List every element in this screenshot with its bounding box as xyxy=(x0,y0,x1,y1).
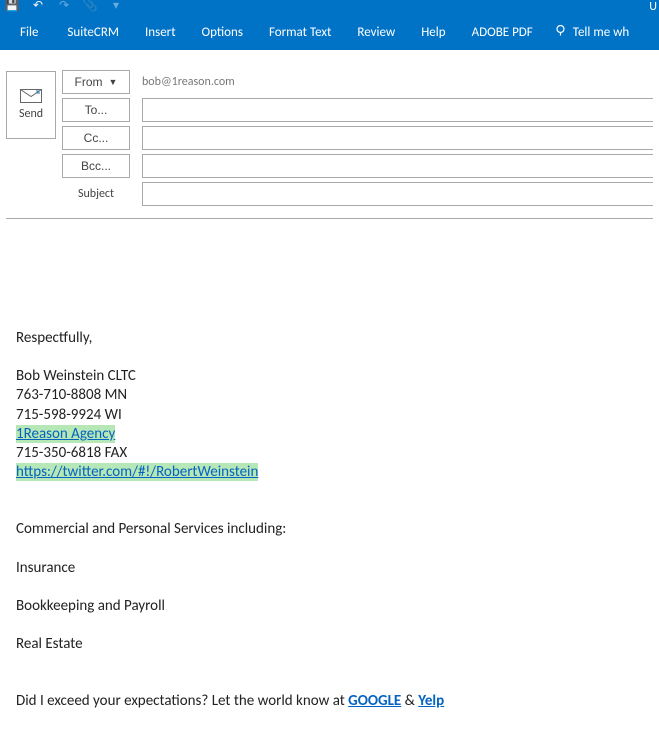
signature-respectfully: Respectfully, xyxy=(16,329,643,348)
google-link[interactable]: GOOGLE xyxy=(348,692,401,710)
from-label: From xyxy=(75,75,103,89)
agency-link[interactable]: 1Reason Agency xyxy=(16,425,115,443)
message-header: Send From ▼ bob@1reason.com To... Cc... … xyxy=(0,64,659,212)
tab-suitecrm[interactable]: SuiteCRM xyxy=(54,14,132,50)
ribbon-tabs: File SuiteCRM Insert Options Format Text… xyxy=(0,14,659,50)
tab-review[interactable]: Review xyxy=(344,14,408,50)
cc-button[interactable]: Cc... xyxy=(62,126,130,150)
bcc-field[interactable] xyxy=(142,154,653,178)
qat-dropdown-icon[interactable]: ▾ xyxy=(108,0,124,12)
service-bookkeeping: Bookkeeping and Payroll xyxy=(16,597,643,616)
signature-phone-wi: 715-598-9924 WI xyxy=(16,406,643,425)
to-button[interactable]: To... xyxy=(62,98,130,122)
from-button[interactable]: From ▼ xyxy=(62,70,130,94)
tab-adobe-pdf[interactable]: ADOBE PDF xyxy=(459,14,546,50)
undo-icon[interactable]: ↶ xyxy=(30,0,46,12)
tab-insert[interactable]: Insert xyxy=(132,14,189,50)
send-button[interactable]: Send xyxy=(6,71,56,139)
redo-icon: ↷ xyxy=(56,0,72,12)
bcc-button[interactable]: Bcc... xyxy=(62,154,130,178)
from-value: bob@1reason.com xyxy=(142,75,235,89)
send-label: Send xyxy=(19,107,43,121)
review-pre: Did I exceed your expectations? Let the … xyxy=(16,692,348,710)
tab-file[interactable]: File xyxy=(4,14,54,50)
tab-format-text[interactable]: Format Text xyxy=(256,14,344,50)
signature-phone-mn: 763-710-8808 MN xyxy=(16,386,643,405)
services-heading: Commercial and Personal Services includi… xyxy=(16,520,643,539)
save-icon[interactable]: 💾 xyxy=(4,0,20,12)
title-right-text: U xyxy=(649,0,659,14)
subject-field[interactable] xyxy=(142,182,653,206)
signature-fax: 715-350-6818 FAX xyxy=(16,444,643,463)
tell-me-label: Tell me wh xyxy=(573,25,629,40)
lightbulb-icon xyxy=(554,24,567,41)
tell-me-search[interactable]: Tell me wh xyxy=(546,14,637,50)
service-insurance: Insurance xyxy=(16,559,643,578)
attach-icon[interactable]: 📎 xyxy=(82,0,98,12)
envelope-icon xyxy=(20,89,42,103)
quick-access-toolbar: 💾 ↶ ↷ 📎 ▾ U xyxy=(0,0,659,14)
service-realestate: Real Estate xyxy=(16,635,643,654)
review-line: Did I exceed your expectations? Let the … xyxy=(16,692,643,711)
tab-options[interactable]: Options xyxy=(189,14,256,50)
yelp-link[interactable]: Yelp xyxy=(418,692,444,710)
tab-help[interactable]: Help xyxy=(408,14,458,50)
twitter-link[interactable]: https://twitter.com/#!/RobertWeinstein xyxy=(16,463,258,481)
review-amp: & xyxy=(401,692,418,710)
signature-name: Bob Weinstein CLTC xyxy=(16,367,643,386)
subject-label: Subject xyxy=(62,182,130,206)
chevron-down-icon: ▼ xyxy=(109,77,118,87)
message-body[interactable]: Respectfully, Bob Weinstein CLTC 763-710… xyxy=(6,218,653,721)
cc-field[interactable] xyxy=(142,126,653,150)
to-field[interactable] xyxy=(142,98,653,122)
